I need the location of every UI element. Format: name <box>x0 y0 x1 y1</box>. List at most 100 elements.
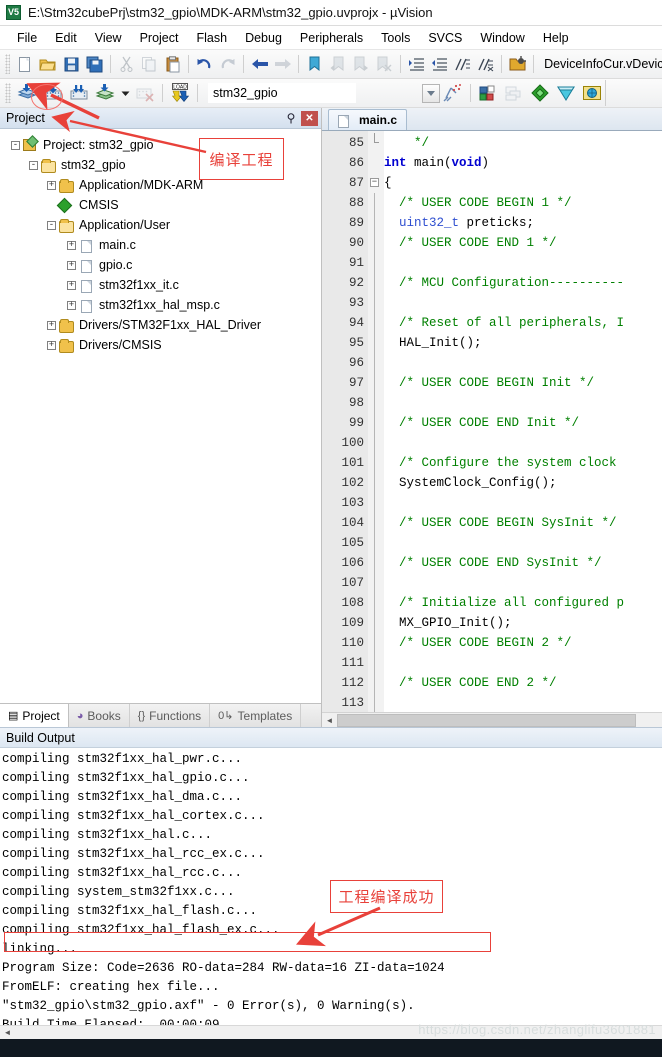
code-line[interactable]: HAL_Init(); <box>384 333 662 353</box>
code-line[interactable]: int main(void) <box>384 153 662 173</box>
save-icon[interactable] <box>60 52 83 76</box>
expander-icon[interactable]: + <box>67 240 76 250</box>
build-output-line[interactable]: "stm32_gpio\stm32_gpio.axf" - 0 Error(s)… <box>2 997 662 1016</box>
code-line[interactable]: MX_GPIO_Init(); <box>384 613 662 633</box>
code-line[interactable] <box>384 253 662 273</box>
scroll-track[interactable] <box>337 713 662 727</box>
code-line[interactable] <box>384 353 662 373</box>
build-output-line[interactable]: compiling stm32f1xx_hal_dma.c... <box>2 788 662 807</box>
code-line[interactable] <box>384 533 662 553</box>
tree-item-stm32f1xx-hal-msp-c[interactable]: + stm32f1xx_hal_msp.c <box>5 295 321 315</box>
editor-horizontal-scrollbar[interactable]: ◄ <box>322 712 662 727</box>
build-output-line[interactable]: compiling stm32f1xx_hal.c... <box>2 826 662 845</box>
menu-window[interactable]: Window <box>471 29 533 47</box>
menu-svcs[interactable]: SVCS <box>419 29 471 47</box>
paste-icon[interactable] <box>161 52 184 76</box>
expander-icon[interactable]: - <box>29 160 38 170</box>
tree-item-gpio-c[interactable]: + gpio.c <box>5 255 321 275</box>
configure-icon[interactable] <box>506 52 529 76</box>
code-line[interactable]: /* USER CODE BEGIN SysInit */ <box>384 513 662 533</box>
rebuild-all-icon[interactable] <box>66 81 92 105</box>
toolbar-grip[interactable] <box>5 54 11 74</box>
code-line[interactable]: /* USER CODE END Init */ <box>384 413 662 433</box>
save-all-icon[interactable] <box>83 52 106 76</box>
select-software-packs-icon[interactable] <box>579 81 605 105</box>
code-line[interactable]: /* USER CODE BEGIN Init */ <box>384 373 662 393</box>
batch-build-icon[interactable] <box>92 81 118 105</box>
expander-icon[interactable]: - <box>11 140 20 150</box>
code-line[interactable]: /* Initialize all configured p <box>384 593 662 613</box>
menu-project[interactable]: Project <box>131 29 188 47</box>
menu-file[interactable]: File <box>8 29 46 47</box>
comment-icon[interactable] <box>451 52 474 76</box>
build-toolbar-grip[interactable] <box>5 83 11 103</box>
project-tree[interactable]: - Project: stm32_gpio - stm32_gpio + App… <box>0 129 321 703</box>
target-select[interactable]: stm32_gpio <box>208 83 356 103</box>
open-file-icon[interactable] <box>36 52 59 76</box>
code-line[interactable]: /* USER CODE END SysInit */ <box>384 553 662 573</box>
code-line[interactable]: SystemClock_Config(); <box>384 473 662 493</box>
code-line[interactable]: /* USER CODE END 1 */ <box>384 233 662 253</box>
bookmark-next-icon[interactable] <box>350 52 373 76</box>
code-line[interactable] <box>384 653 662 673</box>
expander-icon[interactable]: + <box>47 320 56 330</box>
build-output-line[interactable]: compiling stm32f1xx_hal_cortex.c... <box>2 807 662 826</box>
indent-icon[interactable] <box>405 52 428 76</box>
uncomment-icon[interactable] <box>474 52 497 76</box>
navigate-back-icon[interactable] <box>248 52 271 76</box>
manage-multi-project-icon[interactable] <box>501 81 527 105</box>
tree-item-application-user[interactable]: - Application/User <box>5 215 321 235</box>
menu-debug[interactable]: Debug <box>236 29 291 47</box>
code-line[interactable]: /* Reset of all peripherals, I <box>384 313 662 333</box>
tab-functions[interactable]: {} Functions <box>130 704 211 727</box>
manage-project-items-icon[interactable] <box>475 81 501 105</box>
build-output-line[interactable]: Program Size: Code=2636 RO-data=284 RW-d… <box>2 959 662 978</box>
close-icon[interactable]: ✕ <box>301 110 318 126</box>
menu-view[interactable]: View <box>86 29 131 47</box>
bookmark-prev-icon[interactable] <box>326 52 349 76</box>
code-line[interactable]: /* Configure the system clock <box>384 453 662 473</box>
bookmark-toggle-icon[interactable] <box>303 52 326 76</box>
code-line[interactable] <box>384 573 662 593</box>
tab-project[interactable]: ▤ Project <box>0 704 69 727</box>
code-line[interactable] <box>384 493 662 513</box>
stop-build-icon[interactable] <box>132 81 158 105</box>
undo-icon[interactable] <box>193 52 216 76</box>
code-line[interactable] <box>384 693 662 712</box>
editor-tab-main-c[interactable]: main.c <box>328 109 408 130</box>
tab-books[interactable]: ◕ Books <box>69 704 130 727</box>
menu-help[interactable]: Help <box>534 29 578 47</box>
menu-flash[interactable]: Flash <box>187 29 236 47</box>
code-line[interactable]: { <box>384 173 662 193</box>
expander-icon[interactable]: - <box>47 220 56 230</box>
code-line[interactable]: */ <box>384 133 662 153</box>
build-output-line[interactable]: compiling stm32f1xx_hal_rcc_ex.c... <box>2 845 662 864</box>
cut-icon[interactable] <box>115 52 138 76</box>
code-folding-column[interactable]: −− <box>368 131 384 712</box>
tab-templates[interactable]: 0↳ Templates <box>210 704 302 727</box>
pack-installer-icon[interactable] <box>553 81 579 105</box>
manage-run-time-env-icon[interactable] <box>527 81 553 105</box>
tree-item-main-c[interactable]: + main.c <box>5 235 321 255</box>
tree-item-cmsis[interactable]: CMSIS <box>5 195 321 215</box>
scroll-left-icon[interactable]: ◄ <box>322 713 337 727</box>
code-line[interactable] <box>384 393 662 413</box>
expander-icon[interactable]: + <box>47 180 56 190</box>
menu-edit[interactable]: Edit <box>46 29 86 47</box>
code-line[interactable] <box>384 293 662 313</box>
scroll-thumb[interactable] <box>337 713 636 727</box>
new-file-icon[interactable] <box>13 52 36 76</box>
fold-marker[interactable]: − <box>368 173 384 193</box>
code-line[interactable]: /* USER CODE BEGIN 2 */ <box>384 633 662 653</box>
code-line[interactable]: /* MCU Configuration---------- <box>384 273 662 293</box>
outdent-icon[interactable] <box>428 52 451 76</box>
code-line[interactable]: /* USER CODE END 2 */ <box>384 673 662 693</box>
tree-item-stm32f1xx-it-c[interactable]: + stm32f1xx_it.c <box>5 275 321 295</box>
expander-icon[interactable]: + <box>67 260 76 270</box>
menu-tools[interactable]: Tools <box>372 29 419 47</box>
tree-item-drivers-hal[interactable]: + Drivers/STM32F1xx_HAL_Driver <box>5 315 321 335</box>
redo-icon[interactable] <box>216 52 239 76</box>
code-line[interactable]: /* USER CODE BEGIN 1 */ <box>384 193 662 213</box>
expander-icon[interactable]: + <box>47 340 56 350</box>
copy-icon[interactable] <box>138 52 161 76</box>
